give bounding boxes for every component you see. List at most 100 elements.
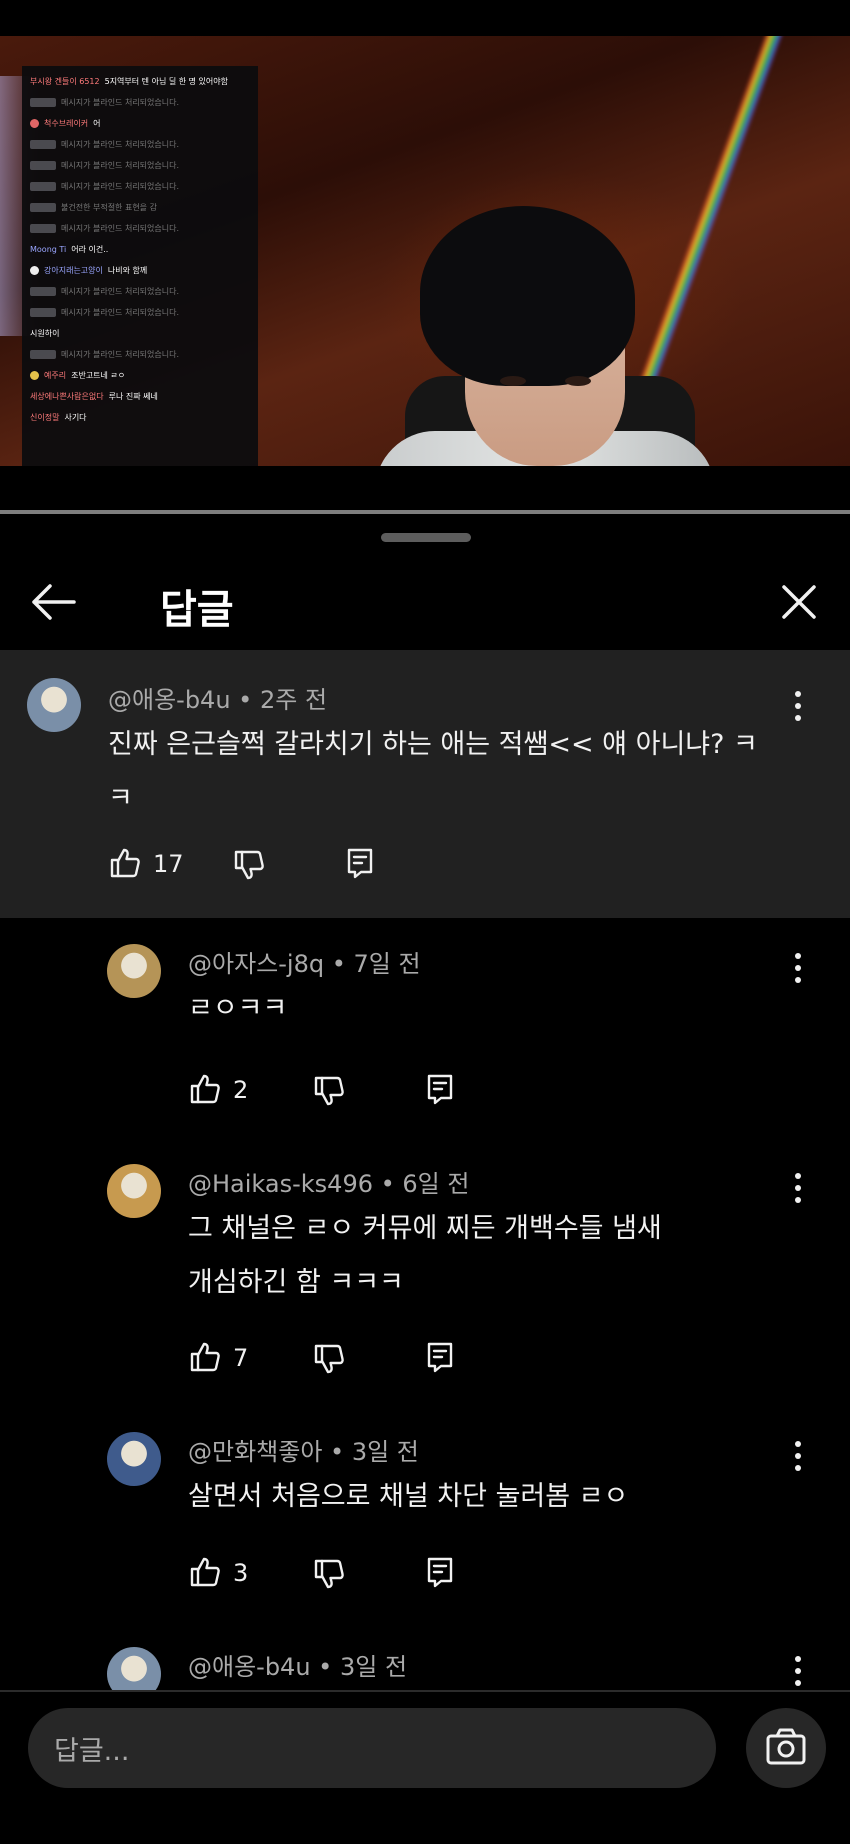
comment-meta: @애옹-b4u • 3일 전: [188, 1647, 407, 1682]
avatar[interactable]: [107, 1432, 161, 1486]
dislike-button[interactable]: [232, 848, 266, 886]
chat-username: 척수브레이커: [44, 119, 89, 128]
more-options-button[interactable]: [783, 1436, 813, 1476]
chat-text: 메시지가 블라인드 처리되었습니다.: [61, 140, 180, 149]
like-button[interactable]: [188, 1555, 222, 1593]
sheet-drag-handle[interactable]: [381, 533, 471, 542]
blurred-username: [30, 161, 56, 170]
video-player[interactable]: 부시왕 겐들이 6512 5지역부터 텐 아님 딜 한 명 있어야함메시지가 블라…: [0, 36, 850, 466]
chat-username: Moong Ti: [30, 245, 67, 254]
chat-message: 부시왕 겐들이 6512 5지역부터 텐 아님 딜 한 명 있어야함: [30, 76, 250, 87]
like-count: 17: [153, 850, 184, 878]
blurred-username: [30, 287, 56, 296]
reply-button[interactable]: [423, 1340, 457, 1378]
comment-time: 3일 전: [339, 1653, 408, 1681]
vertical-dots-icon: [795, 1441, 801, 1471]
comment-text-line: ㅋ: [108, 783, 133, 814]
more-options-button[interactable]: [783, 686, 813, 726]
like-count: 7: [233, 1344, 249, 1372]
thumbs-up-icon: [110, 848, 140, 878]
back-button[interactable]: [28, 580, 82, 624]
chat-message: 메시지가 블라인드 처리되었습니다.: [30, 223, 250, 234]
chat-badge-icon: [30, 266, 39, 275]
arrow-left-icon: [32, 584, 76, 620]
thumbs-up-icon: [190, 1074, 220, 1104]
reply-comment: @아자스-j8q • 7일 전 ㄹㅇㅋㅋ 2: [0, 918, 850, 1138]
chat-message: 세상에나쁜사람은없다 루나 진짜 쎄네: [30, 391, 250, 402]
reply-button[interactable]: [423, 1555, 457, 1593]
comment-time: 3일 전: [351, 1438, 419, 1466]
avatar[interactable]: [107, 1164, 161, 1218]
meta-separator: •: [322, 1438, 352, 1466]
meta-separator: •: [310, 1653, 340, 1681]
chat-text: 시원하이: [30, 329, 60, 338]
chat-message: 척수브레이커 어: [30, 118, 250, 129]
parent-comment: @애옹-b4u • 2주 전진짜 은근슬쩍 갈라치기 하는 애는 적쌤<< 얘 …: [0, 650, 850, 918]
reply-icon: [427, 1342, 453, 1373]
camera-button[interactable]: [746, 1708, 826, 1788]
chat-username: 강아지래는고양이: [44, 266, 103, 275]
comment-time: 2주 전: [259, 686, 328, 714]
sheet-title: 답글: [160, 587, 234, 633]
like-button[interactable]: [108, 846, 142, 884]
chat-message: 예주리 조반고트네 ㄹㅇ: [30, 370, 250, 381]
streamer-hair: [420, 206, 635, 386]
dislike-button[interactable]: [312, 1557, 346, 1595]
chat-text: 메시지가 블라인드 처리되었습니다.: [61, 182, 180, 191]
dislike-button[interactable]: [312, 1074, 346, 1112]
reply-comment: @만화책좋아 • 3일 전 살면서 처음으로 채널 차단 눌러봄 ㄹㅇ 3: [0, 1406, 850, 1621]
chat-badge-icon: [30, 371, 39, 380]
chat-message: 메시지가 블라인드 처리되었습니다.: [30, 286, 250, 297]
more-options-button[interactable]: [783, 1168, 813, 1208]
chat-username: 예주리: [44, 371, 67, 380]
chat-message: Moong Ti 어라 이건..: [30, 244, 250, 255]
comment-text-line: 진짜 은근슬쩍 갈라치기 하는 애는 적쌤<< 얘 아니냐? ㅋ: [108, 729, 758, 760]
chat-message: 메시지가 블라인드 처리되었습니다.: [30, 139, 250, 150]
author-handle[interactable]: @아자스-j8q: [188, 950, 324, 978]
chat-username: 부시왕 겐들이 6512: [30, 77, 100, 86]
like-count: 2: [233, 1076, 249, 1104]
chat-text: 메시지가 블라인드 처리되었습니다.: [61, 308, 180, 317]
author-handle[interactable]: @애옹-b4u: [188, 1653, 311, 1681]
reply-button[interactable]: [343, 846, 377, 884]
author-handle[interactable]: @애옹-b4u: [108, 686, 231, 714]
reply-button[interactable]: [423, 1072, 457, 1110]
avatar[interactable]: [107, 1647, 161, 1690]
reply-input[interactable]: 답글...: [28, 1708, 716, 1788]
chat-text: 조반고트네 ㄹㅇ: [71, 371, 126, 380]
comment-meta: @아자스-j8q • 7일 전: [188, 944, 421, 979]
thumbs-up-icon: [190, 1557, 220, 1587]
chat-text: 5지역부터 텐 아님 딜 한 명 있어야함: [104, 77, 228, 86]
author-handle[interactable]: @Haikas-ks496: [188, 1170, 373, 1198]
like-button[interactable]: [188, 1072, 222, 1110]
chat-text: 루나 진짜 쎄네: [108, 392, 158, 401]
comment-time: 6일 전: [402, 1170, 470, 1198]
vertical-dots-icon: [795, 1656, 801, 1686]
dislike-button[interactable]: [312, 1342, 346, 1380]
chat-text: 메시지가 블라인드 처리되었습니다.: [61, 350, 180, 359]
comment-text: 살면서 처음으로 채널 차단 눌러봄 ㄹㅇ: [188, 1470, 628, 1524]
author-handle[interactable]: @만화책좋아: [188, 1438, 322, 1466]
more-options-button[interactable]: [783, 948, 813, 988]
like-button[interactable]: [188, 1340, 222, 1378]
reply-icon: [427, 1557, 453, 1588]
blurred-username: [30, 308, 56, 317]
chat-message: 시원하이: [30, 328, 250, 339]
chat-message: 메시지가 블라인드 처리되었습니다.: [30, 307, 250, 318]
avatar[interactable]: [27, 678, 81, 732]
avatar[interactable]: [107, 944, 161, 998]
vertical-dots-icon: [795, 953, 801, 983]
more-options-button[interactable]: [783, 1651, 813, 1690]
reply-icon: [347, 848, 373, 879]
meta-separator: •: [230, 686, 260, 714]
blurred-username: [30, 224, 56, 233]
close-button[interactable]: [776, 579, 822, 625]
video-progress-bar[interactable]: [0, 510, 850, 514]
comment-text-line: 살면서 처음으로 채널 차단 눌러봄 ㄹㅇ: [188, 1481, 629, 1512]
vertical-dots-icon: [795, 1173, 801, 1203]
comment-text-line: ㄹㅇㅋㅋ: [188, 993, 288, 1024]
reply-comment: @Haikas-ks496 • 6일 전그 채널은 ㄹㅇ 커뮤에 찌든 개백수들…: [0, 1138, 850, 1406]
close-icon: [782, 585, 816, 619]
chat-text: 메시지가 블라인드 처리되었습니다.: [61, 161, 180, 170]
chat-text: 불건전한 부적절한 표현을 감: [61, 203, 157, 212]
